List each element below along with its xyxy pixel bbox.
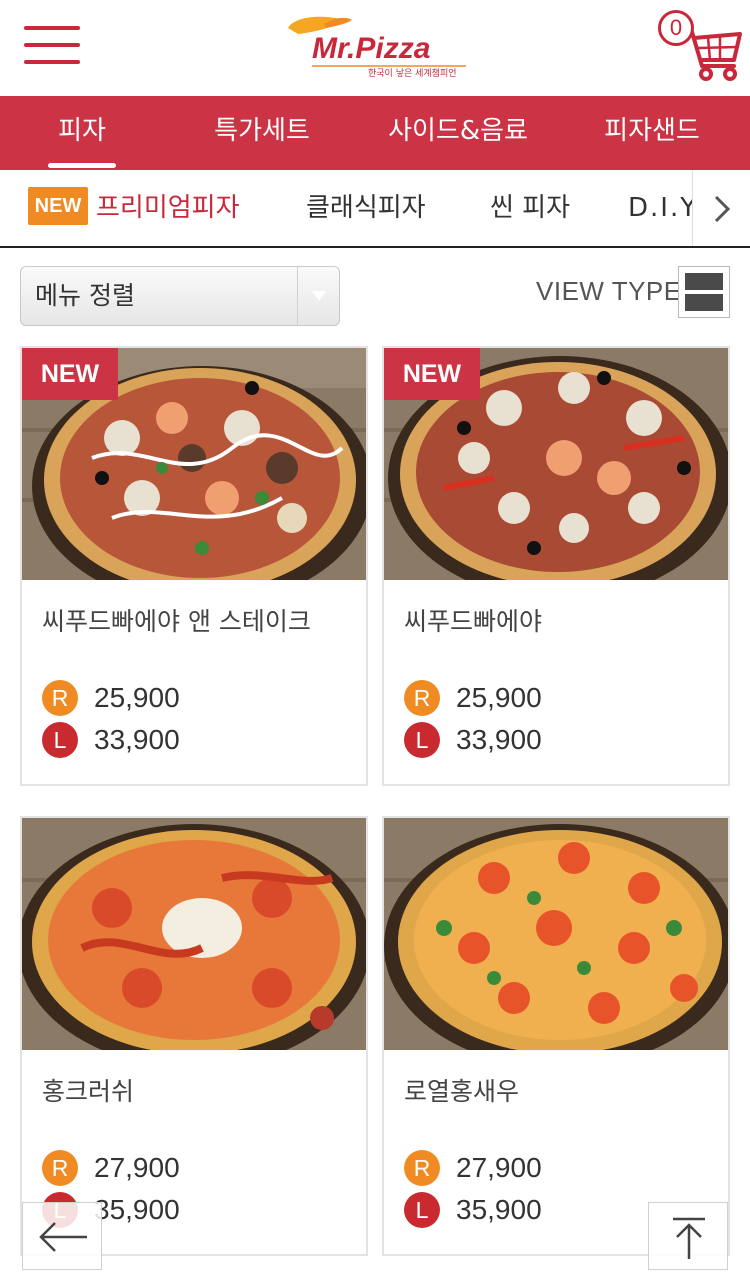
mr-pizza-logo[interactable]: Mr.Pizza 한국이 낳은 세계챔피언 (280, 14, 480, 84)
sort-select[interactable]: 메뉴 정렬 (20, 266, 340, 326)
chevron-right-icon (714, 195, 731, 223)
product-card[interactable]: 로열홍새우 R 27,900 L 35,900 (382, 816, 730, 1256)
main-category-tabs: 피자 특가세트 사이드&음료 피자샌드 (0, 96, 750, 170)
product-card[interactable]: 홍크러쉬 R 27,900 L 35,900 (20, 816, 368, 1256)
product-image: NEW (22, 348, 366, 580)
logo-tagline: 한국이 낳은 세계챔피언 (368, 67, 457, 79)
logo-text: Mr.Pizza (312, 32, 430, 65)
view-type-toggle-button[interactable] (678, 266, 730, 318)
price-value: 33,900 (94, 724, 180, 755)
cart-count-badge: 0 (658, 10, 694, 46)
price-value: 35,900 (456, 1194, 542, 1225)
tab-side-drinks[interactable]: 사이드&음료 (384, 96, 532, 170)
new-badge: NEW (384, 348, 480, 400)
product-name: 씨푸드빠에야 (404, 607, 543, 636)
price-value: 27,900 (456, 1152, 542, 1183)
scroll-to-top-button[interactable] (648, 1202, 728, 1270)
size-l-icon: L (42, 722, 78, 758)
cart-button[interactable]: 0 (652, 4, 744, 84)
subtab-scroll-right-button[interactable] (692, 170, 750, 246)
new-badge: NEW (22, 348, 118, 400)
tab-pizza-sand[interactable]: 피자샌드 (598, 96, 706, 170)
price-value: 33,900 (456, 724, 542, 755)
product-name: 홍크러쉬 (42, 1077, 135, 1106)
size-l-icon: L (404, 722, 440, 758)
size-r-icon: R (42, 680, 78, 716)
new-badge: NEW (28, 186, 88, 225)
sort-label: 메뉴 정렬 (35, 281, 135, 310)
product-name: 로열홍새우 (404, 1077, 520, 1106)
product-card[interactable]: NEW 씨푸드빠에야 앤 스테이크 R 25,900 L 33,900 (20, 346, 368, 786)
size-r-icon: R (404, 1150, 440, 1186)
arrow-left-icon (39, 1222, 87, 1252)
subtab-premium-pizza[interactable]: NEW 프리미엄피자 (28, 170, 240, 246)
app-header: Mr.Pizza 한국이 낳은 세계챔피언 0 (0, 0, 750, 96)
dropdown-arrow-icon (297, 267, 339, 325)
subtab-classic-pizza[interactable]: 클래식피자 (306, 170, 426, 246)
product-image (384, 818, 728, 1050)
sub-category-tabs: NEW 프리미엄피자 클래식피자 씬 피자 D.I.Y (0, 170, 750, 248)
product-image (22, 818, 366, 1050)
size-r-icon: R (42, 1150, 78, 1186)
subtab-thin-pizza[interactable]: 씬 피자 (490, 170, 570, 246)
price-value: 27,900 (94, 1152, 180, 1183)
subtab-label: 프리미엄피자 (96, 193, 240, 223)
size-l-icon: L (404, 1192, 440, 1228)
tab-pizza[interactable]: 피자 (48, 96, 116, 170)
product-card[interactable]: NEW 씨푸드빠에야 R 25,900 L 33,900 (382, 346, 730, 786)
menu-icon[interactable] (24, 26, 80, 66)
price-value: 35,900 (94, 1194, 180, 1225)
product-image: NEW (384, 348, 728, 580)
tab-special-set[interactable]: 특가세트 (208, 96, 316, 170)
product-name: 씨푸드빠에야 앤 스테이크 (42, 607, 311, 636)
price-value: 25,900 (456, 682, 542, 713)
size-r-icon: R (404, 680, 440, 716)
arrow-up-icon (673, 1217, 705, 1259)
view-type-label: VIEW TYPE (536, 276, 682, 306)
back-button[interactable] (22, 1202, 102, 1270)
price-value: 25,900 (94, 682, 180, 713)
subtab-diy[interactable]: D.I.Y (628, 170, 698, 246)
